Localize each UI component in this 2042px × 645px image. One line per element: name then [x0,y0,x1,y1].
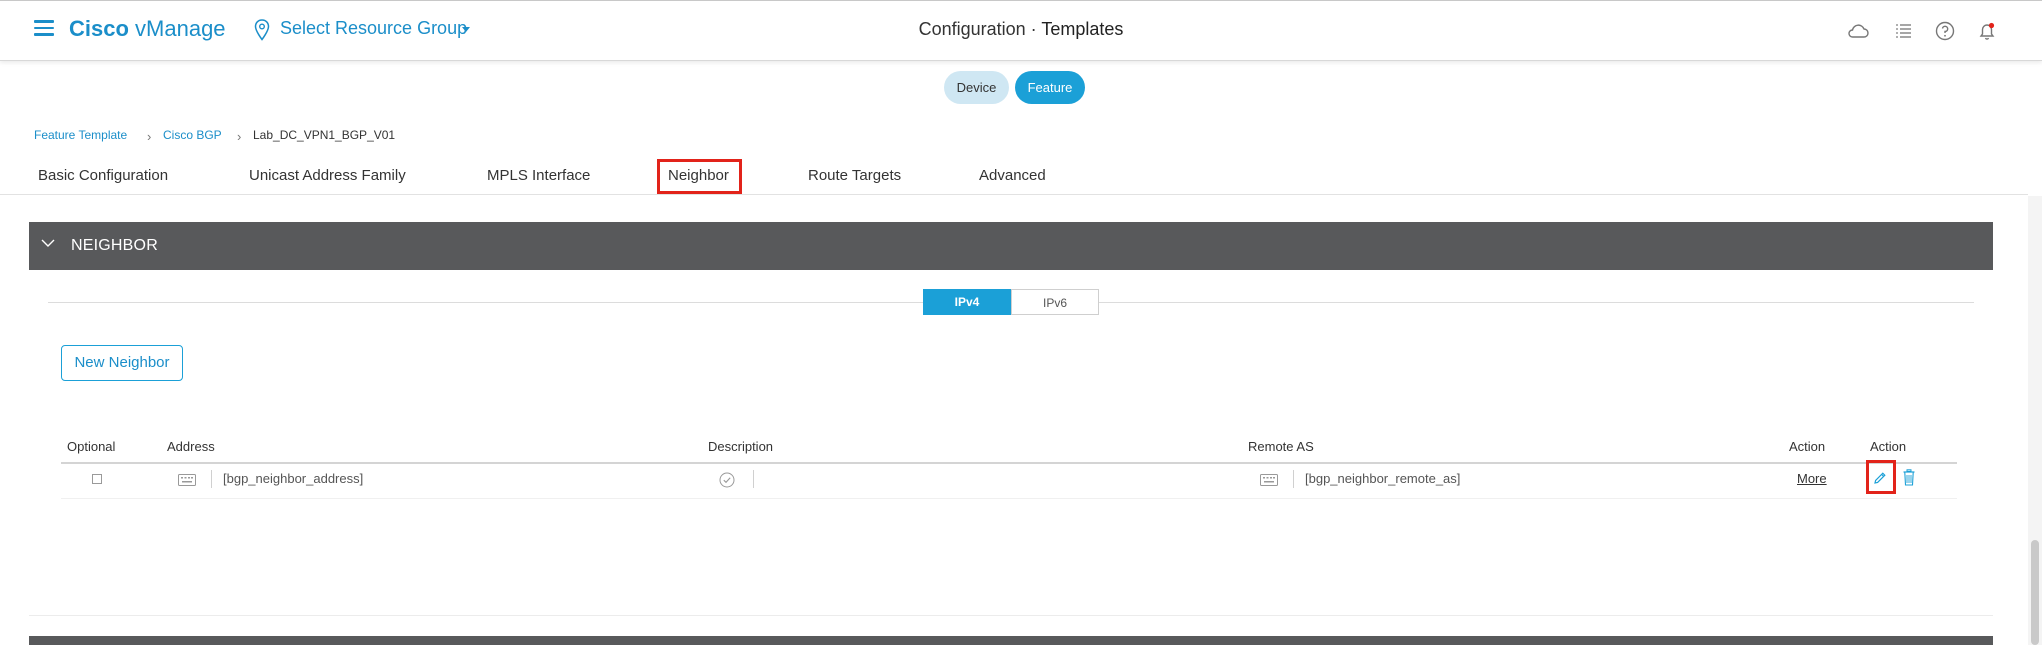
cell-divider [753,470,754,488]
neighbor-remote-as-value[interactable]: [bgp_neighbor_remote_as] [1305,471,1460,486]
cell-divider [1293,470,1294,488]
top-border [0,0,2042,1]
tab-basic-configuration[interactable]: Basic Configuration [38,167,168,184]
column-remote-as: Remote AS [1248,439,1314,454]
tab-unicast-address-family[interactable]: Unicast Address Family [249,167,406,184]
neighbor-section-header[interactable]: NEIGHBOR [29,222,1993,270]
breadcrumb-cisco-bgp[interactable]: Cisco BGP [163,128,222,142]
column-action-icons: Action [1870,439,1907,454]
active-tab-highlight [657,159,742,194]
breadcrumb-current: Lab_DC_VPN1_BGP_V01 [253,128,396,142]
table-row-divider [61,498,1957,499]
column-optional: Optional [67,439,116,454]
trash-icon[interactable] [1903,469,1915,486]
optional-checkbox[interactable] [92,474,102,484]
next-section-header[interactable] [29,636,1993,645]
cell-divider [211,470,212,488]
tab-ipv6[interactable]: IPv6 [1011,289,1099,315]
title-main: Templates [1041,19,1124,39]
scrollbar-thumb[interactable] [2031,540,2039,645]
section-title: NEIGHBOR [71,237,158,254]
title-prefix: Configuration [918,19,1026,39]
column-address: Address [167,439,215,454]
tab-ipv4[interactable]: IPv4 [923,289,1011,315]
help-icon[interactable] [1933,19,1957,43]
breadcrumb-chevron-icon: › [147,129,152,144]
new-neighbor-button[interactable]: New Neighbor [61,345,183,381]
keyboard-icon[interactable] [1260,474,1278,486]
bell-icon[interactable] [1975,19,1999,43]
neighbor-address-value[interactable]: [bgp_neighbor_address] [223,471,363,486]
column-action: Action [1789,439,1826,454]
column-description: Description [708,439,774,454]
page-title: Configuration · Templates [0,19,2042,40]
section-bottom-divider [29,615,1993,616]
list-icon[interactable] [1892,19,1916,43]
feature-toggle-button[interactable]: Feature [1015,71,1085,104]
check-circle-icon[interactable] [719,472,735,488]
breadcrumb-chevron-icon: › [237,129,242,144]
tab-advanced[interactable]: Advanced [979,167,1046,184]
device-toggle-button[interactable]: Device [944,71,1009,104]
pencil-icon[interactable] [1873,471,1887,485]
table-header-divider [61,462,1957,464]
more-link[interactable]: More [1797,471,1827,486]
chevron-down-icon[interactable] [41,238,55,248]
tab-route-targets[interactable]: Route Targets [808,167,901,184]
tabs-divider [0,194,2028,195]
breadcrumb-feature-template[interactable]: Feature Template [34,128,127,142]
title-separator: · [1030,19,1037,39]
keyboard-icon[interactable] [178,474,196,486]
tab-mpls-interface[interactable]: MPLS Interface [487,167,590,184]
cloud-icon[interactable] [1846,19,1870,43]
